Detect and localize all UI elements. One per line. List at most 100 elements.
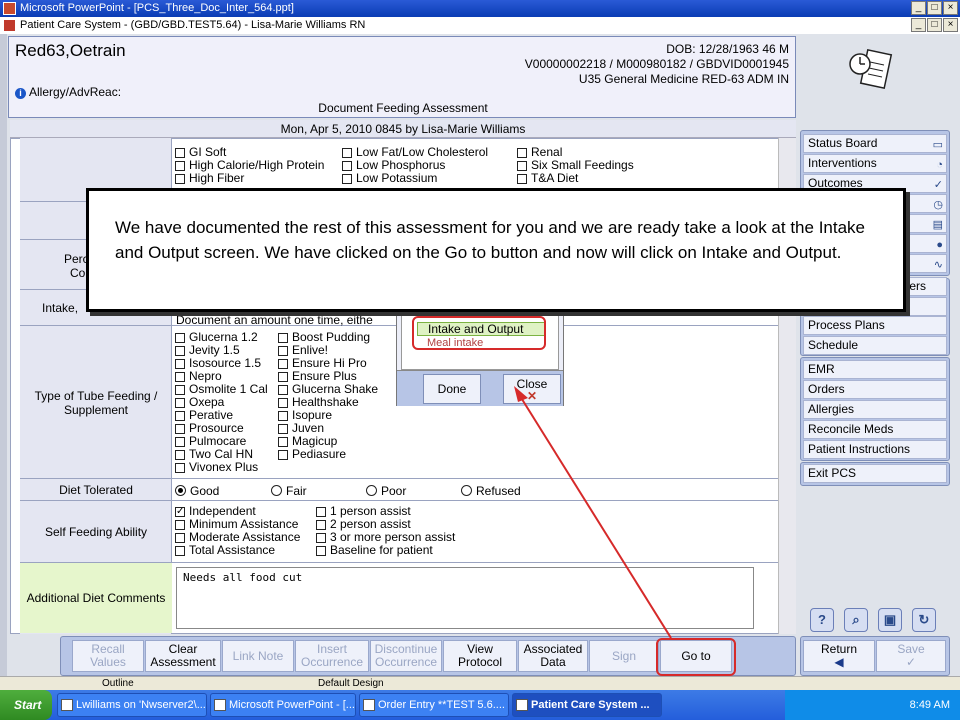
nav-interventions[interactable]: Interventions ◔ [803,154,947,173]
nav-orders[interactable]: Orders [803,380,947,399]
task-patient-care[interactable]: Patient Care System ... [512,693,662,717]
radio-good[interactable]: Good [175,484,219,498]
comments-label: Additional Diet Comments [20,563,172,633]
checkbox[interactable] [517,160,527,171]
minimize-icon[interactable]: _ [911,1,926,15]
insert-occurrence-button[interactable]: Insert Occurrence [295,640,369,672]
annotation-arrow [514,386,672,639]
outcomes-icon: ✓ [933,179,943,191]
close-icon[interactable]: × [943,1,958,15]
checkbox[interactable] [175,332,185,343]
radio-poor[interactable]: Poor [366,484,406,498]
link-note-button[interactable]: Link Note [222,640,294,672]
checkbox[interactable] [175,397,185,408]
checkbox[interactable] [175,173,185,184]
nav-process-plans[interactable]: Process Plans [803,316,947,335]
checkbox[interactable] [517,173,527,184]
allergy-row[interactable]: i Allergy/AdvReac: [15,85,121,99]
return-button[interactable]: Return ◀ [803,640,875,672]
diet-option[interactable]: T&A Diet [517,172,634,185]
clear-assessment-button[interactable]: Clear Assessment [145,640,221,672]
checkbox[interactable] [175,410,185,421]
radio-button[interactable] [366,485,377,496]
tube-option[interactable]: Vivonex Plus [175,461,268,474]
checkbox[interactable] [175,423,185,434]
checkbox[interactable] [278,358,288,369]
task-order-entry[interactable]: Order Entry **TEST 5.6.... [359,693,509,717]
checkbox[interactable] [175,462,185,473]
nav-exit-pcs[interactable]: Exit PCS [803,464,947,483]
checkbox[interactable] [342,173,352,184]
clock: 8:49 AM [909,699,950,711]
radio-fair[interactable]: Fair [271,484,307,498]
diet-option[interactable]: Low Potassium [342,172,488,185]
checkbox[interactable] [278,423,288,434]
checkbox[interactable] [175,436,185,447]
associated-data-button[interactable]: Associated Data [518,640,588,672]
allergy-label: Allergy/AdvReac: [29,85,122,99]
app-title: Patient Care System - (GBD/GBD.TEST5.64)… [20,19,366,31]
checkbox[interactable] [278,449,288,460]
checkbox[interactable] [316,545,326,556]
nav-emr[interactable]: EMR [803,360,947,379]
checkbox[interactable] [342,160,352,171]
self-option[interactable]: Total Assistance [175,544,300,557]
checkbox[interactable] [175,505,185,518]
checkbox[interactable] [278,410,288,421]
left-arrow-icon: ◀ [834,655,844,669]
checkbox[interactable] [175,532,185,543]
self-option[interactable]: Baseline for patient [316,544,455,557]
view-protocol-button[interactable]: View Protocol [443,640,517,672]
discontinue-occurrence-button[interactable]: Discontinue Occurrence [370,640,442,672]
radio-button[interactable] [271,485,282,496]
restore-icon[interactable]: □ [927,18,942,32]
nav-patient-instructions[interactable]: Patient Instructions [803,440,947,459]
nav-status-board[interactable]: Status Board ▭ [803,134,947,153]
powerpoint-icon [3,2,16,15]
maximize-icon[interactable]: □ [927,1,942,15]
start-button[interactable]: Start [0,690,52,720]
checkbox[interactable] [175,147,185,158]
sign-button[interactable]: Sign [589,640,659,672]
tube-col-2: Boost Pudding Enlive! Ensure Hi Pro Ensure … [278,331,378,461]
checkbox[interactable] [278,384,288,395]
checkbox[interactable] [175,345,185,356]
radio-button[interactable] [461,485,472,496]
checkbox[interactable] [175,545,185,556]
checkbox[interactable] [175,371,185,382]
lock-icon[interactable]: ▣ [878,608,902,632]
checkbox[interactable] [517,147,527,158]
nav-reconcile-meds[interactable]: Reconcile Meds [803,420,947,439]
nav-schedule[interactable]: Schedule [803,336,947,355]
checkbox[interactable] [278,345,288,356]
close-icon[interactable]: × [943,18,958,32]
help-icon[interactable]: ? [810,608,834,632]
checkbox[interactable] [278,436,288,447]
checkbox[interactable] [175,384,185,395]
checkbox[interactable] [175,358,185,369]
perc-label-2: Co [70,266,86,280]
diet-option[interactable]: High Fiber [175,172,324,185]
checkbox[interactable] [278,397,288,408]
checkbox[interactable] [175,449,185,460]
refresh-icon[interactable]: ↻ [912,608,936,632]
save-button[interactable]: Save ✓ [876,640,946,672]
checkbox[interactable] [342,147,352,158]
checkbox[interactable] [175,160,185,171]
checkbox[interactable] [278,371,288,382]
radio-button[interactable] [175,485,186,496]
checkbox[interactable] [316,519,326,530]
instruction-callout: We have documented the rest of this asse… [86,188,906,312]
done-button[interactable]: Done [423,374,481,404]
task-powerpoint[interactable]: Microsoft PowerPoint - [... [210,693,356,717]
search-icon[interactable]: ⌕ [844,608,868,632]
minimize-icon[interactable]: _ [911,18,926,32]
task-lwilliams[interactable]: Lwilliams on 'Nwserver2\... [57,693,207,717]
nav-allergies[interactable]: Allergies [803,400,947,419]
checkbox[interactable] [175,519,185,530]
tube-option[interactable]: Pediasure [278,448,378,461]
checkbox[interactable] [316,506,326,517]
recall-values-button[interactable]: Recall Values [72,640,144,672]
checkbox[interactable] [278,332,288,343]
checkbox[interactable] [316,532,326,543]
